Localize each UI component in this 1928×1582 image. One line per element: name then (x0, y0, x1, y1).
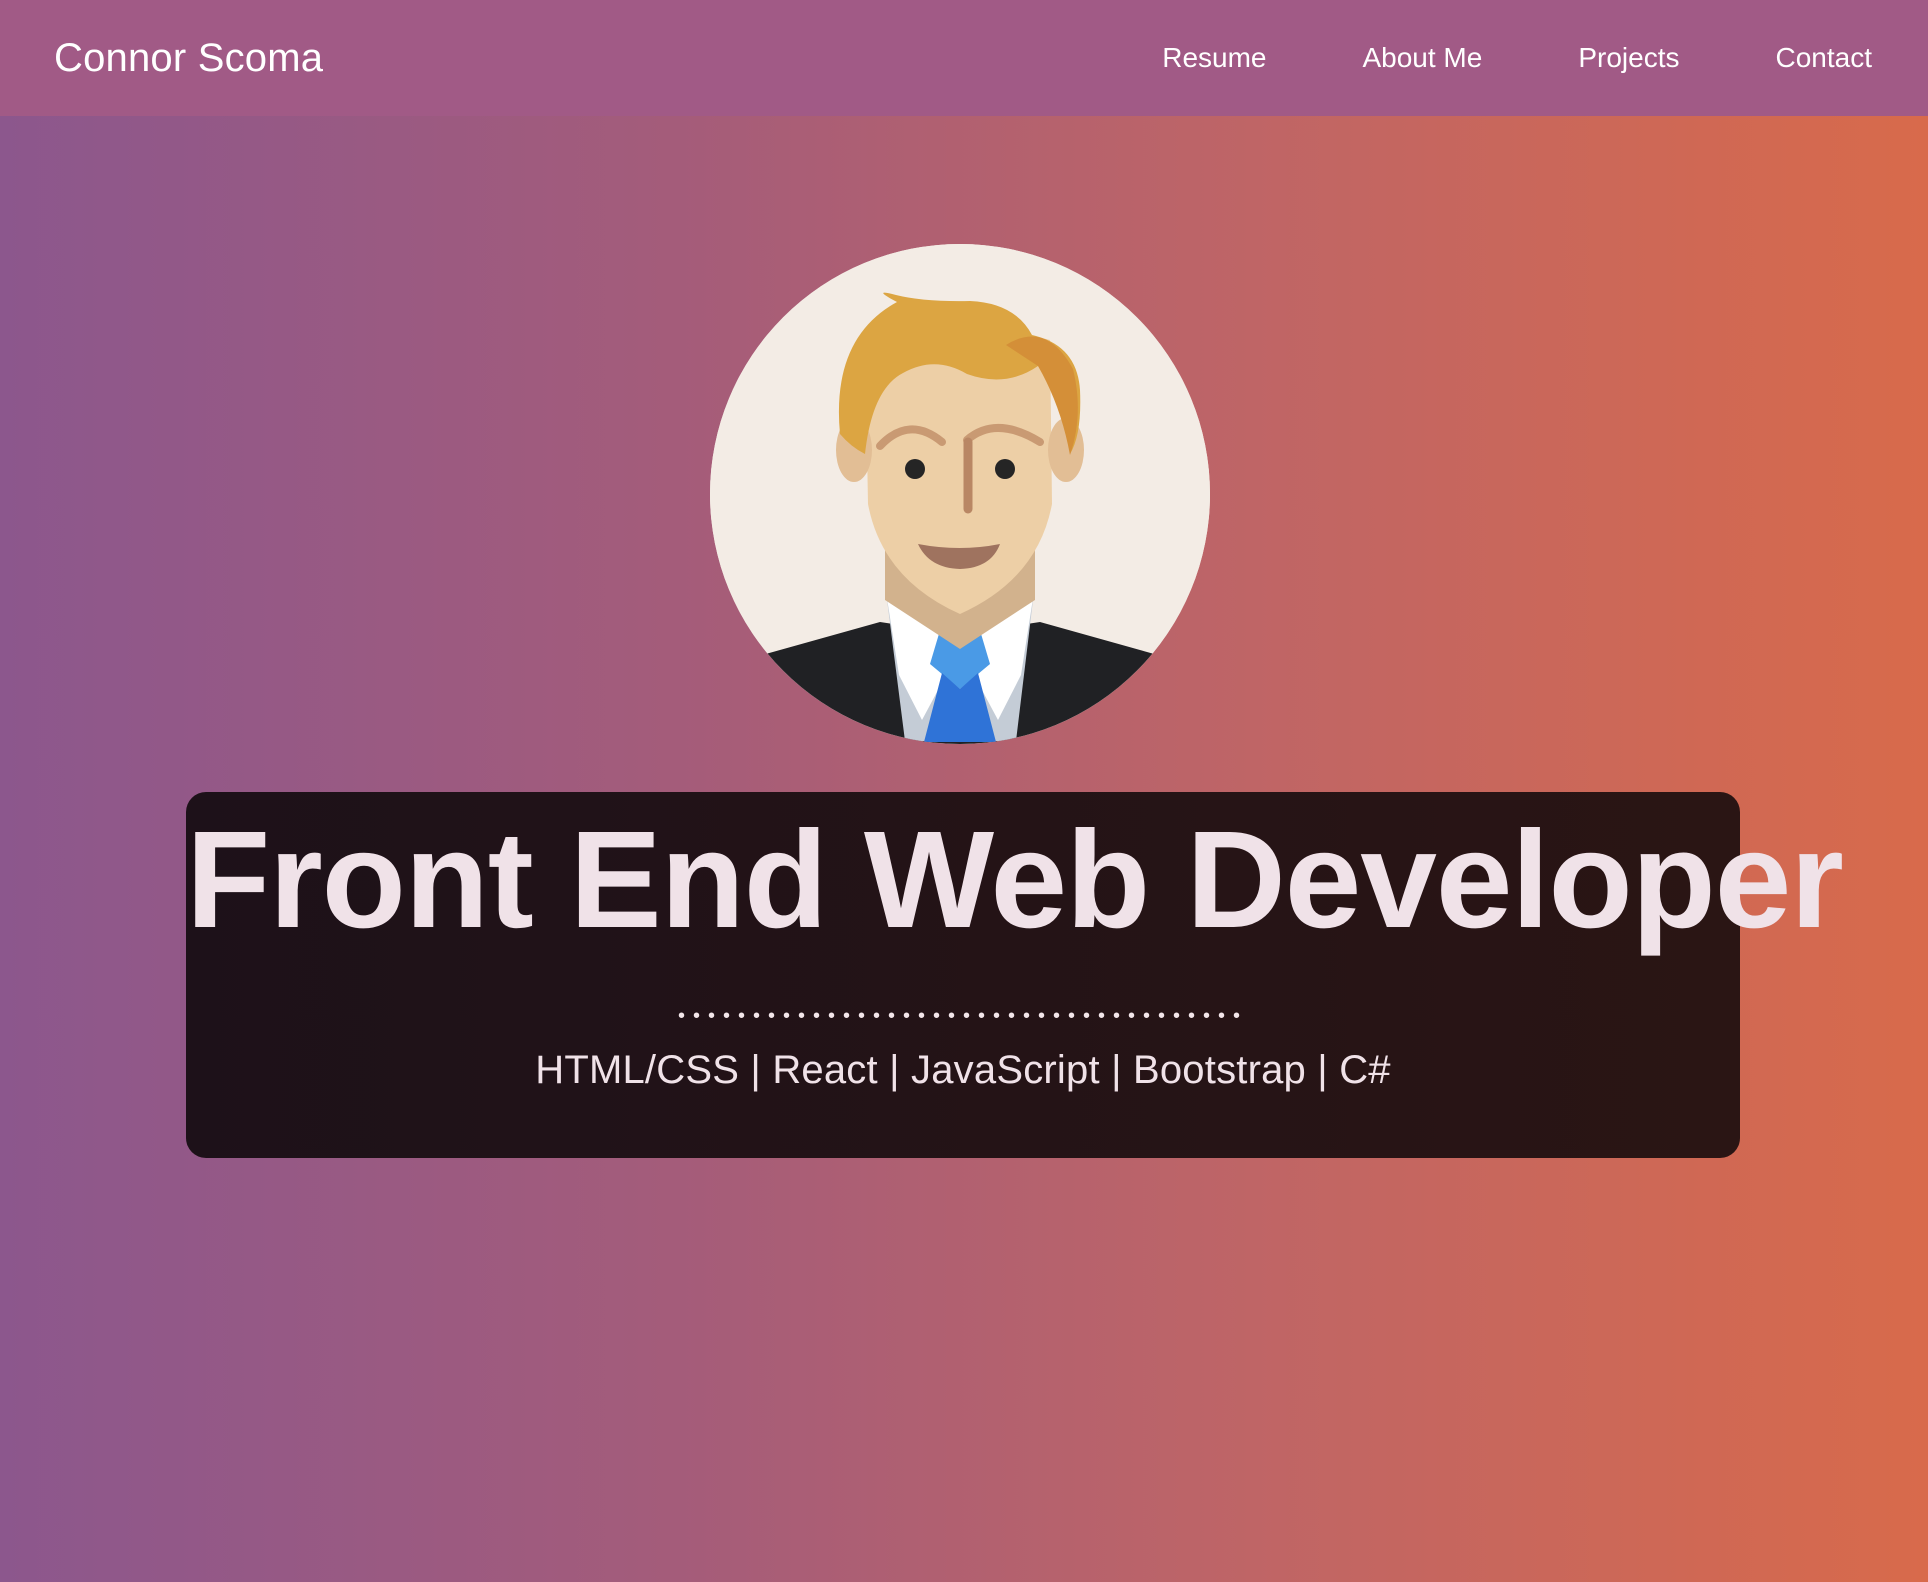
dotted-divider: •••••••••••••••••••••••••••••••••••••• (677, 1005, 1249, 1027)
nav-link-about-me[interactable]: About Me (1362, 42, 1482, 74)
top-navbar: Connor Scoma Resume About Me Projects Co… (0, 0, 1928, 116)
skills-list: HTML/CSS | React | JavaScript | Bootstra… (535, 1048, 1391, 1092)
hero-card: Front End Web Developer ••••••••••••••••… (186, 792, 1844, 1158)
nav-link-projects[interactable]: Projects (1578, 42, 1679, 74)
brand-link[interactable]: Connor Scoma (54, 36, 323, 81)
businessman-avatar-icon (710, 244, 1210, 744)
profile-avatar (710, 244, 1210, 744)
nav-links: Resume About Me Projects Contact (1162, 42, 1872, 74)
hero-title: Front End Web Developer (186, 803, 1844, 957)
nav-link-contact[interactable]: Contact (1776, 42, 1873, 74)
nav-link-resume[interactable]: Resume (1162, 42, 1266, 74)
